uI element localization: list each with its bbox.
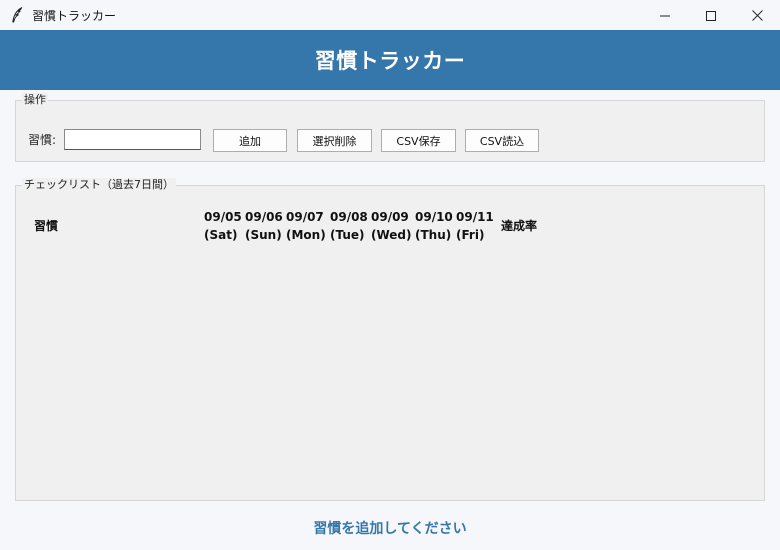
column-header-day: 09/05 (Sat) [204, 208, 242, 244]
day-weekday: (Fri) [456, 228, 485, 242]
checklist-legend: チェックリスト（過去7日間） [22, 178, 176, 192]
checklist-header-row: 習慣 09/05 (Sat) 09/06 (Sun) 09/07 (Mon) 0… [16, 208, 764, 248]
column-header-day: 09/11 (Fri) [456, 208, 494, 244]
day-weekday: (Sun) [245, 228, 282, 242]
minimize-icon [660, 6, 670, 25]
habit-label: 習慣: [28, 133, 57, 147]
column-header-day: 09/07 (Mon) [286, 208, 326, 244]
app-header: 習慣トラッカー [0, 30, 780, 90]
window-title: 習慣トラッカー [32, 8, 117, 23]
maximize-icon [706, 6, 716, 25]
day-date: 09/10 [415, 210, 453, 224]
day-weekday: (Thu) [415, 228, 452, 242]
day-date: 09/05 [204, 210, 242, 224]
day-date: 09/09 [371, 210, 409, 224]
column-header-day: 09/10 (Thu) [415, 208, 453, 244]
window-titlebar[interactable]: 習慣トラッカー [0, 0, 780, 30]
csv-load-button[interactable]: CSV読込 [465, 129, 539, 152]
day-date: 09/06 [245, 210, 283, 224]
day-date: 09/11 [456, 210, 494, 224]
operations-legend: 操作 [22, 93, 48, 107]
csv-save-button[interactable]: CSV保存 [381, 129, 456, 152]
close-icon [751, 6, 763, 25]
column-header-rate: 達成率 [501, 219, 538, 233]
delete-selected-button[interactable]: 選択削除 [297, 129, 372, 152]
status-message: 習慣を追加してください [313, 521, 467, 537]
checklist-group: チェックリスト（過去7日間） 習慣 09/05 (Sat) 09/06 (Sun… [15, 178, 765, 501]
habit-input[interactable] [64, 129, 202, 150]
close-button[interactable] [734, 0, 780, 30]
app-header-title: 習慣トラッカー [314, 49, 466, 73]
maximize-button[interactable] [688, 0, 734, 30]
day-weekday: (Tue) [330, 228, 365, 242]
feather-icon [10, 7, 24, 23]
day-weekday: (Sat) [204, 228, 238, 242]
day-date: 09/07 [286, 210, 324, 224]
column-header-day: 09/06 (Sun) [245, 208, 283, 244]
habit-input-row: 習慣: [28, 129, 202, 150]
checklist-body [16, 250, 764, 500]
column-header-day: 09/08 (Tue) [330, 208, 368, 244]
day-weekday: (Wed) [371, 228, 412, 242]
day-weekday: (Mon) [286, 228, 326, 242]
add-button[interactable]: 追加 [213, 129, 287, 152]
minimize-button[interactable] [642, 0, 688, 30]
operations-group: 操作 習慣: 追加 選択削除 CSV保存 CSV読込 [15, 93, 765, 162]
column-header-day: 09/09 (Wed) [371, 208, 412, 244]
column-header-habit: 習慣 [34, 219, 59, 233]
day-date: 09/08 [330, 210, 368, 224]
